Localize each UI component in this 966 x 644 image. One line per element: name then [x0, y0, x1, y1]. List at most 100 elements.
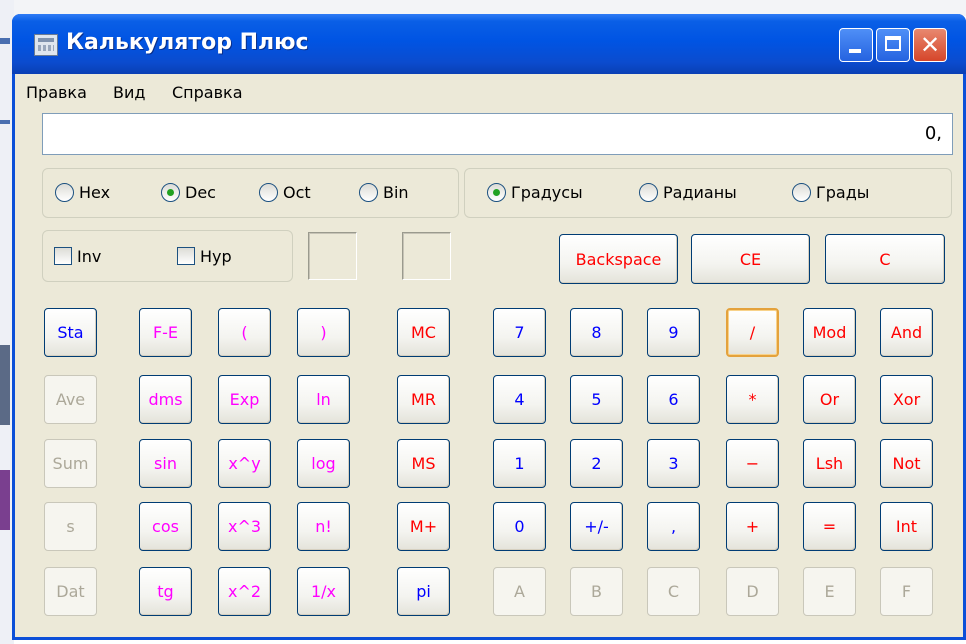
calculator-display[interactable]: 0,: [42, 113, 953, 155]
hex-a-button[interactable]: A: [493, 567, 546, 616]
digit-0-button[interactable]: 0: [493, 502, 546, 551]
hex-f-button[interactable]: F: [880, 567, 933, 616]
menu-help[interactable]: Справка: [172, 83, 243, 102]
hex-d-button[interactable]: D: [726, 567, 779, 616]
tan-button[interactable]: tg: [139, 567, 192, 616]
radio-circle-selected-icon: [487, 182, 506, 202]
desktop-fragment: [0, 345, 10, 425]
power-button[interactable]: x^y: [218, 439, 271, 488]
memory-indicator: [402, 232, 451, 280]
window-title: Калькулятор Плюс: [66, 30, 309, 55]
sign-toggle-button[interactable]: +/-: [570, 502, 623, 551]
checkbox-label: Hyp: [200, 246, 232, 266]
clear-entry-button[interactable]: CE: [691, 234, 810, 284]
log-button[interactable]: log: [297, 439, 350, 488]
multiply-button[interactable]: *: [726, 375, 779, 424]
equals-button[interactable]: =: [803, 502, 856, 551]
radio-circle-selected-icon: [161, 182, 180, 202]
sta-button[interactable]: Sta: [44, 308, 97, 357]
radio-circle-icon: [55, 182, 74, 202]
ave-button[interactable]: Ave: [44, 375, 97, 424]
fe-button[interactable]: F-E: [139, 308, 192, 357]
lsh-button[interactable]: Lsh: [803, 439, 856, 488]
radio-label: Hex: [79, 182, 111, 202]
radio-label: Bin: [383, 182, 409, 202]
angle-unit-group: Градусы Радианы Грады: [464, 168, 952, 218]
radio-bin[interactable]: Bin: [359, 181, 409, 203]
radio-oct[interactable]: Oct: [259, 181, 311, 203]
radio-degrees[interactable]: Градусы: [487, 181, 583, 203]
memory-clear-button[interactable]: MC: [397, 308, 450, 357]
backspace-button[interactable]: Backspace: [559, 234, 678, 284]
subtract-button[interactable]: −: [726, 439, 779, 488]
parenthesis-indicator: [308, 232, 357, 280]
menu-bar: Правка Вид Справка: [15, 74, 963, 110]
digit-6-button[interactable]: 6: [647, 375, 700, 424]
decimal-button[interactable]: ,: [647, 502, 700, 551]
calculator-app-icon: [34, 34, 58, 56]
radio-hex[interactable]: Hex: [55, 181, 110, 203]
digit-4-button[interactable]: 4: [493, 375, 546, 424]
radio-circle-icon: [792, 182, 811, 202]
hex-c-button[interactable]: C: [647, 567, 700, 616]
cube-button[interactable]: x^3: [218, 502, 271, 551]
and-button[interactable]: And: [880, 308, 933, 357]
maximize-button[interactable]: [876, 28, 910, 62]
pi-button[interactable]: pi: [397, 567, 450, 616]
close-paren-button[interactable]: ): [297, 308, 350, 357]
dat-button[interactable]: Dat: [44, 567, 97, 616]
clear-button[interactable]: C: [825, 234, 945, 284]
close-icon: ✕: [919, 31, 941, 59]
menu-view[interactable]: Вид: [113, 83, 145, 102]
close-button[interactable]: ✕: [913, 28, 947, 62]
memory-store-button[interactable]: MS: [397, 439, 450, 488]
s-button[interactable]: s: [44, 502, 97, 551]
menu-edit[interactable]: Правка: [26, 83, 87, 102]
not-button[interactable]: Not: [880, 439, 933, 488]
radio-dec[interactable]: Dec: [161, 181, 216, 203]
radio-radians[interactable]: Радианы: [639, 181, 737, 203]
hex-e-button[interactable]: E: [803, 567, 856, 616]
factorial-button[interactable]: n!: [297, 502, 350, 551]
sin-button[interactable]: sin: [139, 439, 192, 488]
memory-add-button[interactable]: M+: [397, 502, 450, 551]
ln-button[interactable]: ln: [297, 375, 350, 424]
radio-label: Радианы: [663, 182, 737, 202]
digit-9-button[interactable]: 9: [647, 308, 700, 357]
radio-circle-icon: [259, 182, 278, 202]
checkbox-inv[interactable]: Inv: [54, 245, 101, 267]
radio-circle-icon: [639, 182, 658, 202]
digit-3-button[interactable]: 3: [647, 439, 700, 488]
digit-7-button[interactable]: 7: [493, 308, 546, 357]
exp-button[interactable]: Exp: [218, 375, 271, 424]
radio-label: Градусы: [511, 182, 583, 202]
title-bar[interactable]: Калькулятор Плюс ✕: [12, 14, 966, 74]
checkbox-icon: [54, 247, 72, 265]
digit-8-button[interactable]: 8: [570, 308, 623, 357]
dms-button[interactable]: dms: [139, 375, 192, 424]
sum-button[interactable]: Sum: [44, 439, 97, 488]
square-button[interactable]: x^2: [218, 567, 271, 616]
open-paren-button[interactable]: (: [218, 308, 271, 357]
int-button[interactable]: Int: [880, 502, 933, 551]
memory-recall-button[interactable]: MR: [397, 375, 450, 424]
checkbox-hyp[interactable]: Hyp: [177, 245, 232, 267]
radio-label: Dec: [185, 182, 216, 202]
radio-grads[interactable]: Грады: [792, 181, 869, 203]
minimize-button[interactable]: [839, 28, 873, 62]
divide-button[interactable]: /: [726, 308, 779, 357]
xor-button[interactable]: Xor: [880, 375, 933, 424]
reciprocal-button[interactable]: 1/x: [297, 567, 350, 616]
digit-2-button[interactable]: 2: [570, 439, 623, 488]
mod-button[interactable]: Mod: [803, 308, 856, 357]
or-button[interactable]: Or: [803, 375, 856, 424]
hex-b-button[interactable]: B: [570, 567, 623, 616]
number-base-group: Hex Dec Oct Bin: [42, 168, 459, 218]
digit-1-button[interactable]: 1: [493, 439, 546, 488]
calculator-window: Калькулятор Плюс ✕ Правка Вид Справка 0,…: [12, 14, 966, 640]
checkbox-label: Inv: [77, 246, 102, 266]
digit-5-button[interactable]: 5: [570, 375, 623, 424]
add-button[interactable]: +: [726, 502, 779, 551]
cos-button[interactable]: cos: [139, 502, 192, 551]
desktop-fragment: [0, 38, 10, 44]
